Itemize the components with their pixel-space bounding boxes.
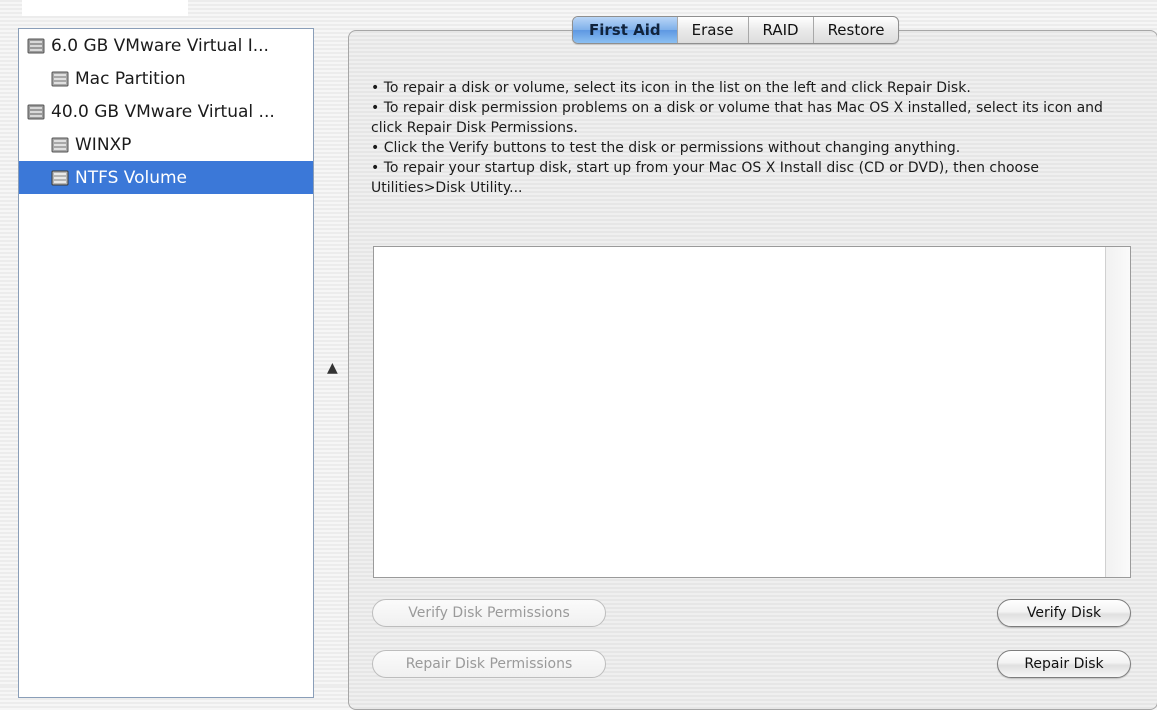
volume-item-winxp[interactable]: WINXP [19, 128, 313, 161]
disk-item-6gb[interactable]: 6.0 GB VMware Virtual I... [19, 29, 313, 62]
instruction-startup-disk: To repair your startup disk, start up fr… [371, 158, 1133, 198]
volume-icon [51, 169, 69, 187]
tab-restore[interactable]: Restore [812, 17, 899, 43]
log-scrollbar[interactable] [1105, 247, 1130, 577]
tab-first-aid[interactable]: First Aid [573, 17, 677, 43]
hard-disk-icon [27, 103, 45, 121]
disk-list[interactable]: 6.0 GB VMware Virtual I... Mac Partition… [18, 28, 314, 698]
verify-disk-permissions-button[interactable]: Verify Disk Permissions [372, 599, 606, 627]
instruction-repair-permissions: To repair disk permission problems on a … [371, 98, 1133, 138]
disk-item-label: 6.0 GB VMware Virtual I... [51, 35, 269, 56]
volume-icon [51, 136, 69, 154]
volume-item-ntfs[interactable]: NTFS Volume [19, 161, 313, 194]
disk-item-40gb[interactable]: 40.0 GB VMware Virtual ... [19, 95, 313, 128]
disk-item-label: 40.0 GB VMware Virtual ... [51, 101, 275, 122]
volume-item-mac-partition[interactable]: Mac Partition [19, 62, 313, 95]
tab-bar: First Aid Erase RAID Restore [572, 16, 900, 44]
instruction-verify: Click the Verify buttons to test the dis… [371, 138, 1133, 158]
splitter-handle[interactable]: ▲ [327, 360, 338, 376]
tab-raid[interactable]: RAID [747, 17, 813, 43]
instruction-repair-disk: To repair a disk or volume, select its i… [371, 78, 1133, 98]
first-aid-instructions: To repair a disk or volume, select its i… [371, 78, 1133, 198]
volume-item-label: WINXP [75, 134, 132, 155]
repair-disk-button[interactable]: Repair Disk [997, 650, 1131, 678]
results-log[interactable] [373, 246, 1131, 578]
hard-disk-icon [27, 37, 45, 55]
verify-disk-button[interactable]: Verify Disk [997, 599, 1131, 627]
window-top-edge [22, 0, 188, 16]
volume-item-label: Mac Partition [75, 68, 186, 89]
volume-item-label: NTFS Volume [75, 167, 188, 188]
repair-disk-permissions-button[interactable]: Repair Disk Permissions [372, 650, 606, 678]
volume-icon [51, 70, 69, 88]
tab-erase[interactable]: Erase [676, 17, 748, 43]
